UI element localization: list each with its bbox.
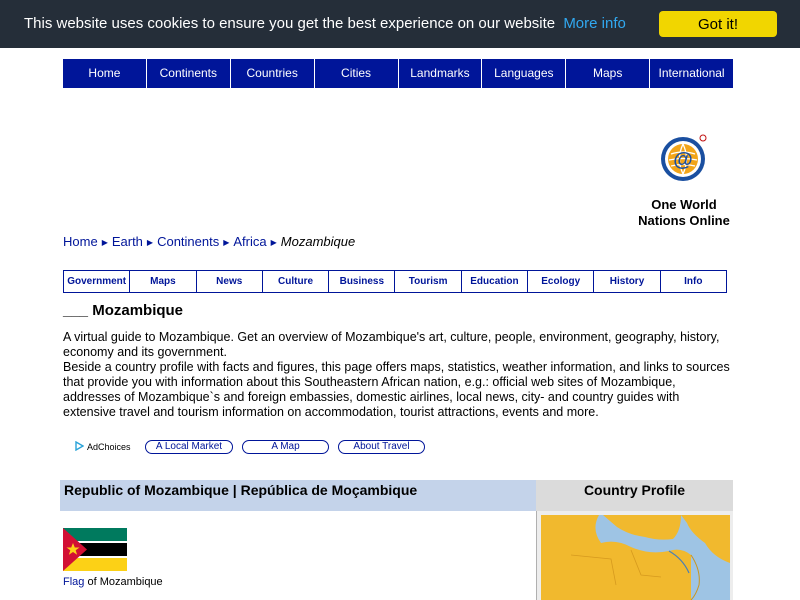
- cookie-banner: This website uses cookies to ensure you …: [0, 0, 800, 48]
- section-nav: Government Maps News Culture Business To…: [63, 270, 727, 293]
- breadcrumb-africa[interactable]: Africa: [233, 234, 266, 249]
- intro-text: A virtual guide to Mozambique. Get an ov…: [63, 330, 733, 420]
- ad-local-market-button[interactable]: A Local Market: [145, 440, 233, 454]
- section-nav-tourism[interactable]: Tourism: [395, 271, 462, 292]
- cookie-accept-button[interactable]: Got it!: [659, 11, 777, 37]
- adchoices-text: AdChoices: [87, 442, 131, 452]
- flag-caption: Flag of Mozambique: [63, 576, 163, 588]
- top-nav-international[interactable]: International: [650, 59, 733, 88]
- adchoices-icon: [75, 441, 84, 451]
- intro-paragraph: A virtual guide to Mozambique. Get an ov…: [63, 330, 720, 359]
- flag-link[interactable]: Flag: [63, 576, 84, 588]
- triangle-right-icon: ▶: [146, 238, 154, 247]
- at-globe-logo-icon[interactable]: @: [658, 132, 710, 184]
- breadcrumb: Home ▶ Earth ▶ Continents ▶ Africa ▶ Mozambique: [63, 234, 355, 249]
- page-title: ___ Mozambique: [63, 302, 184, 319]
- flag-caption-text: of Mozambique: [84, 576, 163, 588]
- section-nav-info[interactable]: Info: [661, 271, 726, 292]
- section-nav-education[interactable]: Education: [462, 271, 529, 292]
- site-name-line2: Nations Online: [638, 213, 730, 228]
- top-nav-landmarks[interactable]: Landmarks: [399, 59, 483, 88]
- section-nav-maps[interactable]: Maps: [130, 271, 197, 292]
- section-nav-government[interactable]: Government: [64, 271, 131, 292]
- breadcrumb-home[interactable]: Home: [63, 234, 98, 249]
- section-nav-business[interactable]: Business: [329, 271, 396, 292]
- country-profile-header: Country Profile: [536, 480, 733, 511]
- triangle-right-icon: ▶: [270, 238, 277, 247]
- ad-about-travel-button[interactable]: About Travel: [338, 440, 425, 454]
- section-nav-history[interactable]: History: [594, 271, 661, 292]
- adchoices-label[interactable]: AdChoices: [75, 441, 131, 452]
- breadcrumb-continents[interactable]: Continents: [157, 234, 219, 249]
- triangle-right-icon: ▶: [101, 238, 108, 247]
- section-nav-culture[interactable]: Culture: [263, 271, 330, 292]
- top-nav-languages[interactable]: Languages: [482, 59, 567, 88]
- section-nav-news[interactable]: News: [197, 271, 263, 292]
- country-name-header: Republic of Mozambique | República de Mo…: [60, 480, 536, 511]
- triangle-right-icon: ▶: [223, 238, 230, 247]
- top-nav-home[interactable]: Home: [63, 59, 147, 88]
- site-name-line1: One World: [651, 197, 717, 212]
- svg-text:@: @: [673, 149, 693, 171]
- top-nav-maps[interactable]: Maps: [566, 59, 651, 88]
- cookie-more-info-link[interactable]: More info: [563, 15, 626, 32]
- breadcrumb-earth[interactable]: Earth: [112, 234, 143, 249]
- intro-paragraph: Beside a country profile with facts and …: [63, 360, 730, 419]
- top-nav: Home Continents Countries Cities Landmar…: [63, 59, 733, 88]
- ad-map-button[interactable]: A Map: [242, 440, 329, 454]
- site-name: One World Nations Online: [620, 197, 748, 229]
- africa-map-image[interactable]: [541, 515, 730, 600]
- cookie-message-text: This website uses cookies to ensure you …: [24, 15, 556, 32]
- top-nav-countries[interactable]: Countries: [231, 59, 315, 88]
- mozambique-flag-icon[interactable]: [63, 528, 127, 571]
- breadcrumb-current: Mozambique: [280, 234, 356, 249]
- cookie-message: This website uses cookies to ensure you …: [24, 15, 626, 32]
- section-nav-ecology[interactable]: Ecology: [528, 271, 595, 292]
- top-nav-cities[interactable]: Cities: [315, 59, 399, 88]
- top-nav-continents[interactable]: Continents: [147, 59, 231, 88]
